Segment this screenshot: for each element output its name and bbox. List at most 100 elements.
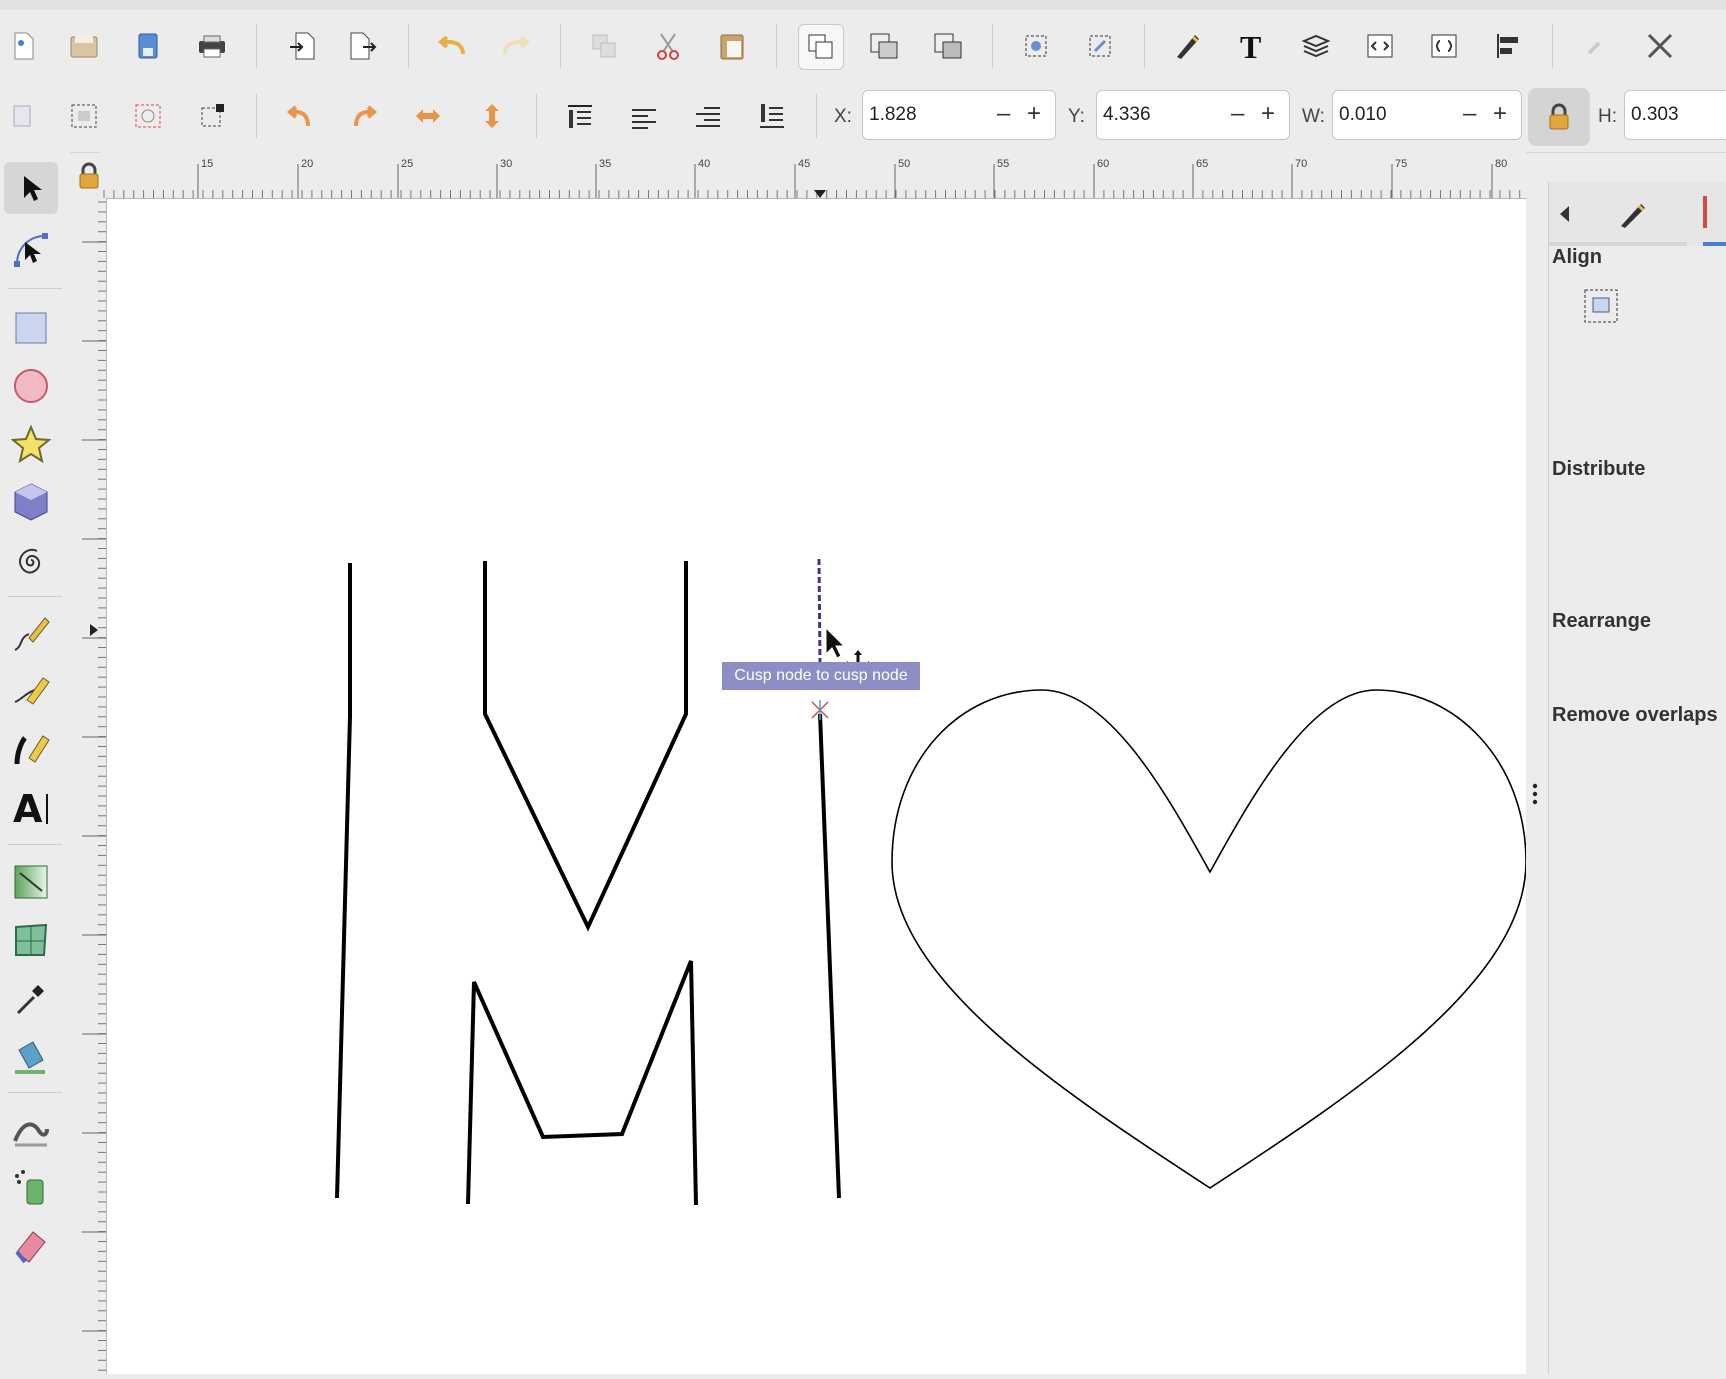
y-increment-button[interactable]: + — [1261, 101, 1275, 127]
letter-v-stroke[interactable] — [483, 561, 688, 932]
w-label: W: — [1302, 106, 1325, 127]
zoom-fit-page-icon[interactable] — [926, 24, 970, 68]
x-increment-button[interactable]: + — [1027, 101, 1041, 127]
cut-icon[interactable] — [646, 24, 690, 68]
ruler-label: 25 — [401, 158, 413, 170]
snap-bbox-icon[interactable] — [1014, 24, 1058, 68]
rotate-ccw-icon[interactable] — [278, 94, 322, 138]
w-decrement-button[interactable]: – — [1463, 101, 1476, 127]
zoom-fit-selection-icon[interactable] — [798, 24, 844, 70]
lock-icon — [1549, 103, 1569, 130]
ruler-position-marker — [814, 190, 826, 198]
ruler-label: 40 — [698, 158, 710, 170]
gradient-tool-icon[interactable] — [4, 856, 58, 908]
letter-l-stroke[interactable] — [818, 713, 841, 1199]
pen-tool-icon[interactable] — [4, 666, 58, 718]
lock-ratio-button[interactable] — [1528, 88, 1590, 146]
document-properties-icon[interactable] — [1638, 24, 1682, 68]
y-field[interactable]: 4.336 – + — [1096, 90, 1290, 140]
object-properties-icon[interactable] — [1422, 24, 1466, 68]
letter-m-stroke[interactable] — [466, 960, 698, 1206]
flip-vertical-icon[interactable] — [470, 94, 514, 138]
heart-shape[interactable] — [891, 689, 1527, 1189]
dropper-tool-icon[interactable] — [4, 972, 58, 1024]
preferences-icon[interactable] — [1574, 24, 1618, 68]
vertical-ruler — [76, 198, 107, 1374]
horizontal-ruler: 15 20 25 30 35 40 45 50 55 60 65 70 75 80 — [100, 152, 1526, 199]
layers-icon[interactable] — [1294, 24, 1338, 68]
w-increment-button[interactable]: + — [1493, 101, 1507, 127]
text-font-icon[interactable]: T — [1230, 24, 1274, 68]
node-marker-icon[interactable] — [811, 700, 829, 720]
node-tool-icon[interactable] — [4, 222, 58, 274]
h-value: 0.303 — [1631, 104, 1679, 125]
redo-icon[interactable] — [494, 24, 538, 68]
ruler-label: 65 — [1196, 158, 1208, 170]
rectangle-tool-icon[interactable] — [4, 302, 58, 354]
ruler-label: 55 — [997, 158, 1009, 170]
mouse-pointer-icon — [825, 626, 846, 659]
xml-editor-icon[interactable] — [1358, 24, 1402, 68]
text-tool-icon[interactable]: A — [4, 782, 58, 834]
drawing-svg — [335, 558, 1527, 1206]
vertical-guide-path[interactable] — [817, 558, 822, 665]
lower-to-bottom-icon[interactable] — [750, 94, 794, 138]
mesh-tool-icon[interactable] — [4, 914, 58, 966]
svg-text:T: T — [1240, 31, 1261, 61]
spray-tool-icon[interactable] — [4, 1162, 58, 1214]
w-field[interactable]: 0.010 – + — [1332, 90, 1522, 140]
align-distribute-icon[interactable] — [1486, 24, 1530, 68]
snap-nodes-icon[interactable] — [1078, 24, 1122, 68]
calligraphy-tool-icon[interactable] — [4, 724, 58, 776]
select-all-layers-icon[interactable] — [62, 94, 106, 138]
rotate-cw-icon[interactable] — [342, 94, 386, 138]
rearrange-section-title: Rearrange — [1552, 610, 1651, 632]
drawing-canvas[interactable] — [107, 199, 1527, 1374]
x-decrement-button[interactable]: – — [997, 101, 1010, 127]
open-file-icon[interactable] — [62, 24, 106, 68]
save-icon[interactable] — [126, 24, 170, 68]
undo-icon[interactable] — [430, 24, 474, 68]
dock-resize-handle-icon[interactable] — [1532, 782, 1538, 806]
relative-to-icon[interactable] — [1583, 288, 1619, 324]
transform-handles-icon[interactable] — [190, 94, 234, 138]
import-icon[interactable] — [280, 24, 324, 68]
print-icon[interactable] — [190, 24, 234, 68]
x-value: 1.828 — [869, 104, 917, 125]
3d-box-tool-icon[interactable] — [4, 476, 58, 528]
raise-to-top-icon[interactable] — [558, 94, 602, 138]
letter-i-stroke[interactable] — [335, 563, 352, 1199]
select-all-icon[interactable] — [0, 94, 44, 138]
spiral-tool-icon[interactable] — [4, 534, 58, 586]
remove-overlaps-section-title: Remove overlaps — [1552, 704, 1718, 726]
duplicate-icon[interactable] — [582, 24, 626, 68]
h-label: H: — [1598, 106, 1617, 127]
pencil-tool-icon[interactable] — [4, 608, 58, 660]
x-field[interactable]: 1.828 – + — [862, 90, 1056, 140]
star-tool-icon[interactable] — [4, 418, 58, 470]
ruler-label: 50 — [898, 158, 910, 170]
zoom-fit-drawing-icon[interactable] — [862, 24, 906, 68]
fill-stroke-tab-icon[interactable] — [1617, 198, 1649, 230]
ruler-label: 15 — [201, 158, 213, 170]
tweak-tool-icon[interactable] — [4, 1104, 58, 1156]
paint-bucket-tool-icon[interactable] — [4, 1030, 58, 1082]
eraser-tool-icon[interactable] — [4, 1220, 58, 1272]
ellipse-tool-icon[interactable] — [4, 360, 58, 412]
flip-horizontal-icon[interactable] — [406, 94, 450, 138]
chevron-left-icon[interactable] — [1557, 204, 1571, 224]
paste-icon[interactable] — [710, 24, 754, 68]
export-icon[interactable] — [342, 24, 386, 68]
distribute-section-title: Distribute — [1552, 458, 1646, 480]
selector-tool-icon[interactable] — [4, 162, 58, 214]
y-decrement-button[interactable]: – — [1231, 101, 1244, 127]
deselect-icon[interactable] — [126, 94, 170, 138]
w-value: 0.010 — [1339, 104, 1387, 125]
new-document-icon[interactable] — [2, 24, 46, 68]
raise-icon[interactable] — [622, 94, 666, 138]
tool-controls-bar: X: 1.828 – + Y: 4.336 – + W: 0.010 – + H… — [0, 82, 1726, 153]
h-field[interactable]: 0.303 — [1624, 90, 1726, 140]
fill-stroke-icon[interactable] — [1166, 24, 1210, 68]
y-value: 4.336 — [1103, 104, 1151, 125]
lower-icon[interactable] — [686, 94, 730, 138]
